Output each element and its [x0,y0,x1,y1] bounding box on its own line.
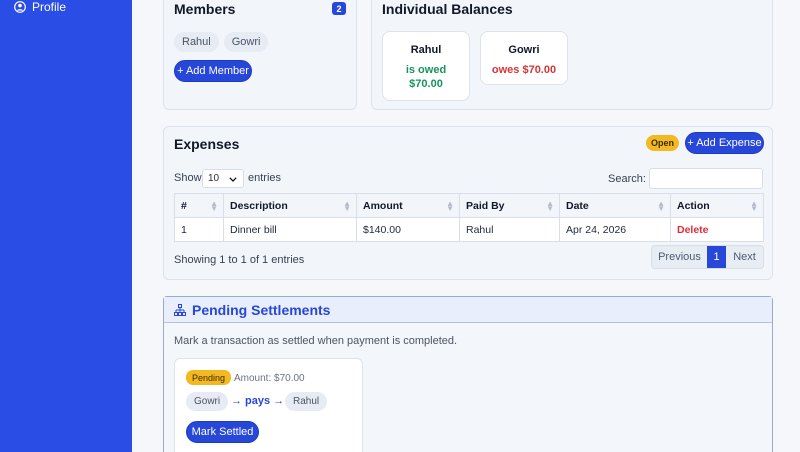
balance-card-gowri: Gowri owes $70.00 [480,31,568,85]
page-1-button[interactable]: 1 [707,246,726,268]
settlement-card: Pending Amount: $70.00 Gowri → pays → Ra… [174,358,363,452]
delete-button[interactable]: Delete [677,224,709,236]
settlements-header: Pending Settlements [164,297,772,323]
balance-status: is owed [405,64,447,76]
payer-chip: Gowri [186,392,229,411]
sort-icon: ▲ ▼ [343,199,351,213]
sort-icon: ▲ ▼ [446,199,454,213]
settlements-card: Pending Settlements Mark a transaction a… [163,296,773,452]
member-chip: Gowri [223,32,269,52]
cell-number: 1 [174,217,224,242]
user-circle-icon [14,1,26,13]
add-expense-button[interactable]: + Add Expense [685,132,764,154]
members-title: Members [174,1,236,17]
members-card: Members 2 Rahul Gowri + Add Member [163,0,357,110]
column-header-description[interactable]: Description ▲ ▼ [223,193,357,218]
pagination: Previous 1 Next [651,245,764,269]
column-header-number[interactable]: # ▲ ▼ [174,193,224,218]
entries-label: entries [248,172,282,184]
sort-icon: ▲ ▼ [210,199,218,213]
expenses-title: Expenses [174,136,240,152]
expenses-card: Expenses Open + Add Expense Show 10 entr… [163,126,773,280]
cell-paid-by: Rahul [459,217,560,242]
column-header-paid-by[interactable]: Paid By ▲ ▼ [459,193,560,218]
sidebar-item-profile[interactable]: Profile [14,0,66,14]
sitemap-icon [174,304,186,316]
table-header-row: # ▲ ▼ Description ▲ ▼ Amount ▲ ▼ Paid By ▲ ▼ Dat… [174,193,764,218]
expense-status-badge: Open [646,135,679,151]
balances-title: Individual Balances [382,1,513,17]
settlement-amount: Amount: $70.00 [234,373,305,384]
member-chip: Rahul [174,32,219,52]
settlement-status-badge: Pending [186,370,232,385]
next-page-button[interactable]: Next [726,246,763,268]
column-header-action[interactable]: Action ▲ ▼ [670,193,764,218]
table-row: 1 Dinner bill $140.00 Rahul Apr 24, 2026… [174,217,764,242]
search-input[interactable] [649,168,763,189]
cell-description: Dinner bill [223,217,357,242]
column-header-date[interactable]: Date ▲ ▼ [559,193,671,218]
entries-select-value: 10 [208,173,220,184]
payee-chip: Rahul [285,392,328,411]
show-label: Show [174,172,202,184]
column-header-amount[interactable]: Amount ▲ ▼ [356,193,460,218]
add-member-button[interactable]: + Add Member [174,60,252,82]
entries-select[interactable]: 10 [202,169,244,188]
expenses-table: # ▲ ▼ Description ▲ ▼ Amount ▲ ▼ Paid By ▲ ▼ Dat… [174,193,764,242]
sidebar-item-label: Profile [32,0,67,14]
balance-name: Gowri [508,44,540,56]
balance-card-rahul: Rahul is owed $70.00 [382,31,470,101]
sort-icon: ▲ ▼ [546,199,554,213]
sort-icon: ▲ ▼ [657,199,665,213]
balance-status: owes $70.00 [491,64,557,76]
chevron-down-icon [229,177,237,182]
balance-name: Rahul [410,44,442,56]
cell-date: Apr 24, 2026 [559,217,671,242]
balance-amount: $70.00 [409,78,443,90]
table-info: Showing 1 to 1 of 1 entries [174,254,305,266]
main-content: Members 2 Rahul Gowri + Add Member Indiv… [132,0,800,452]
pays-arrow-text: → pays → [231,395,285,407]
mark-settled-button[interactable]: Mark Settled [186,421,259,443]
search-label: Search: [608,173,646,185]
settlements-title: Pending Settlements [192,302,331,318]
sort-icon: ▲ ▼ [750,199,758,213]
members-count-badge: 2 [332,2,346,15]
cell-amount: $140.00 [356,217,460,242]
previous-page-button[interactable]: Previous [652,246,707,268]
settlements-description: Mark a transaction as settled when payme… [174,335,458,347]
sidebar: Profile [0,0,132,452]
balances-card: Individual Balances Rahul is owed $70.00… [371,0,773,110]
